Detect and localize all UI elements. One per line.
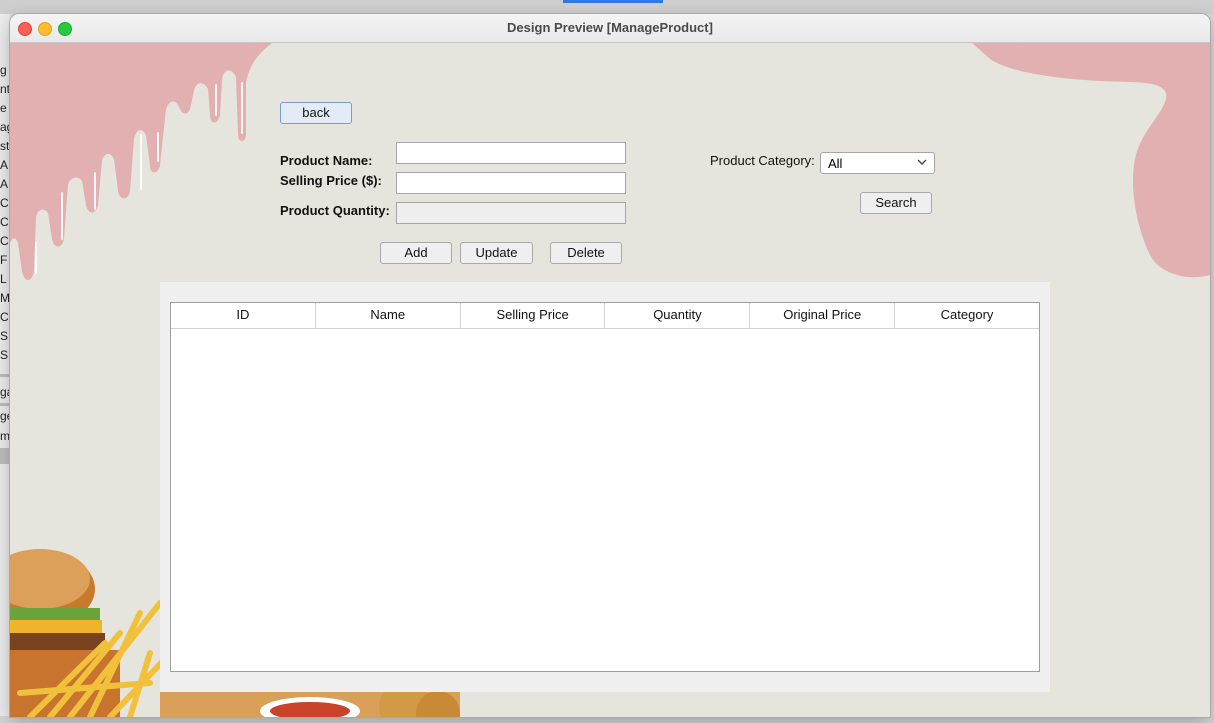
background-sidebar-text: e — [0, 101, 7, 115]
search-button[interactable]: Search — [860, 192, 932, 214]
column-header-selling-price[interactable]: Selling Price — [461, 303, 606, 328]
product-quantity-field[interactable] — [396, 202, 626, 224]
update-button[interactable]: Update — [460, 242, 533, 264]
background-sidebar-text: m — [0, 429, 10, 443]
background-bottom-strip — [0, 716, 1214, 723]
background-sidebar-text: C — [0, 196, 9, 210]
product-category-dropdown[interactable]: All — [820, 152, 935, 174]
background-sidebar-text: ge — [0, 409, 10, 423]
product-quantity-label: Product Quantity: — [280, 203, 390, 218]
chevron-down-icon — [917, 159, 927, 165]
background-sidebar-text: ga — [0, 385, 10, 399]
selling-price-field[interactable] — [396, 172, 626, 194]
delete-button[interactable]: Delete — [550, 242, 622, 264]
background-sidebar-text: sta — [0, 139, 10, 153]
background-selected-row — [0, 448, 10, 464]
background-sidebar-text: A — [0, 177, 9, 191]
product-name-label: Product Name: — [280, 153, 373, 168]
product-name-field[interactable] — [396, 142, 626, 164]
column-header-original-price[interactable]: Original Price — [750, 303, 896, 328]
pink-drip-decoration — [10, 43, 272, 280]
table-header: ID Name Selling Price Quantity Original … — [171, 303, 1039, 329]
background-sidebar: g nt e ag sta A A C C C F L M C S S ga g… — [0, 14, 10, 723]
product-category-selected: All — [828, 156, 843, 171]
background-sidebar-text: C — [0, 310, 9, 324]
manage-product-panel: back Product Name: Selling Price ($): Pr… — [10, 43, 1210, 717]
background-sidebar-text: g — [0, 63, 7, 77]
background-divider — [0, 403, 10, 406]
column-header-category[interactable]: Category — [895, 303, 1039, 328]
background-sidebar-text: ag — [0, 120, 10, 134]
column-header-name[interactable]: Name — [316, 303, 461, 328]
column-header-id[interactable]: ID — [171, 303, 316, 328]
background-sidebar-text: A — [0, 158, 9, 172]
window-titlebar: Design Preview [ManageProduct] — [10, 14, 1210, 43]
add-button[interactable]: Add — [380, 242, 452, 264]
background-active-tab-indicator — [563, 0, 663, 3]
pink-corner-blob — [972, 43, 1210, 278]
back-button[interactable]: back — [280, 102, 352, 124]
window-title: Design Preview [ManageProduct] — [507, 20, 713, 35]
product-table[interactable]: ID Name Selling Price Quantity Original … — [170, 302, 1040, 672]
background-sidebar-text: C — [0, 215, 9, 229]
background-sidebar-text: S — [0, 348, 9, 362]
column-header-quantity[interactable]: Quantity — [605, 303, 751, 328]
background-sidebar-text: S — [0, 329, 9, 343]
background-sidebar-text: L — [0, 272, 7, 286]
product-category-label: Product Category: — [710, 153, 815, 168]
background-sidebar-text: nt — [0, 82, 10, 96]
selling-price-label: Selling Price ($): — [280, 173, 382, 188]
background-divider — [0, 374, 10, 377]
design-preview-window: Design Preview [ManageProduct] back Prod… — [10, 14, 1210, 717]
background-sidebar-text: M — [0, 291, 10, 305]
product-table-panel: ID Name Selling Price Quantity Original … — [160, 282, 1050, 692]
background-sidebar-text: F — [0, 253, 8, 267]
background-sidebar-text: C — [0, 234, 9, 248]
